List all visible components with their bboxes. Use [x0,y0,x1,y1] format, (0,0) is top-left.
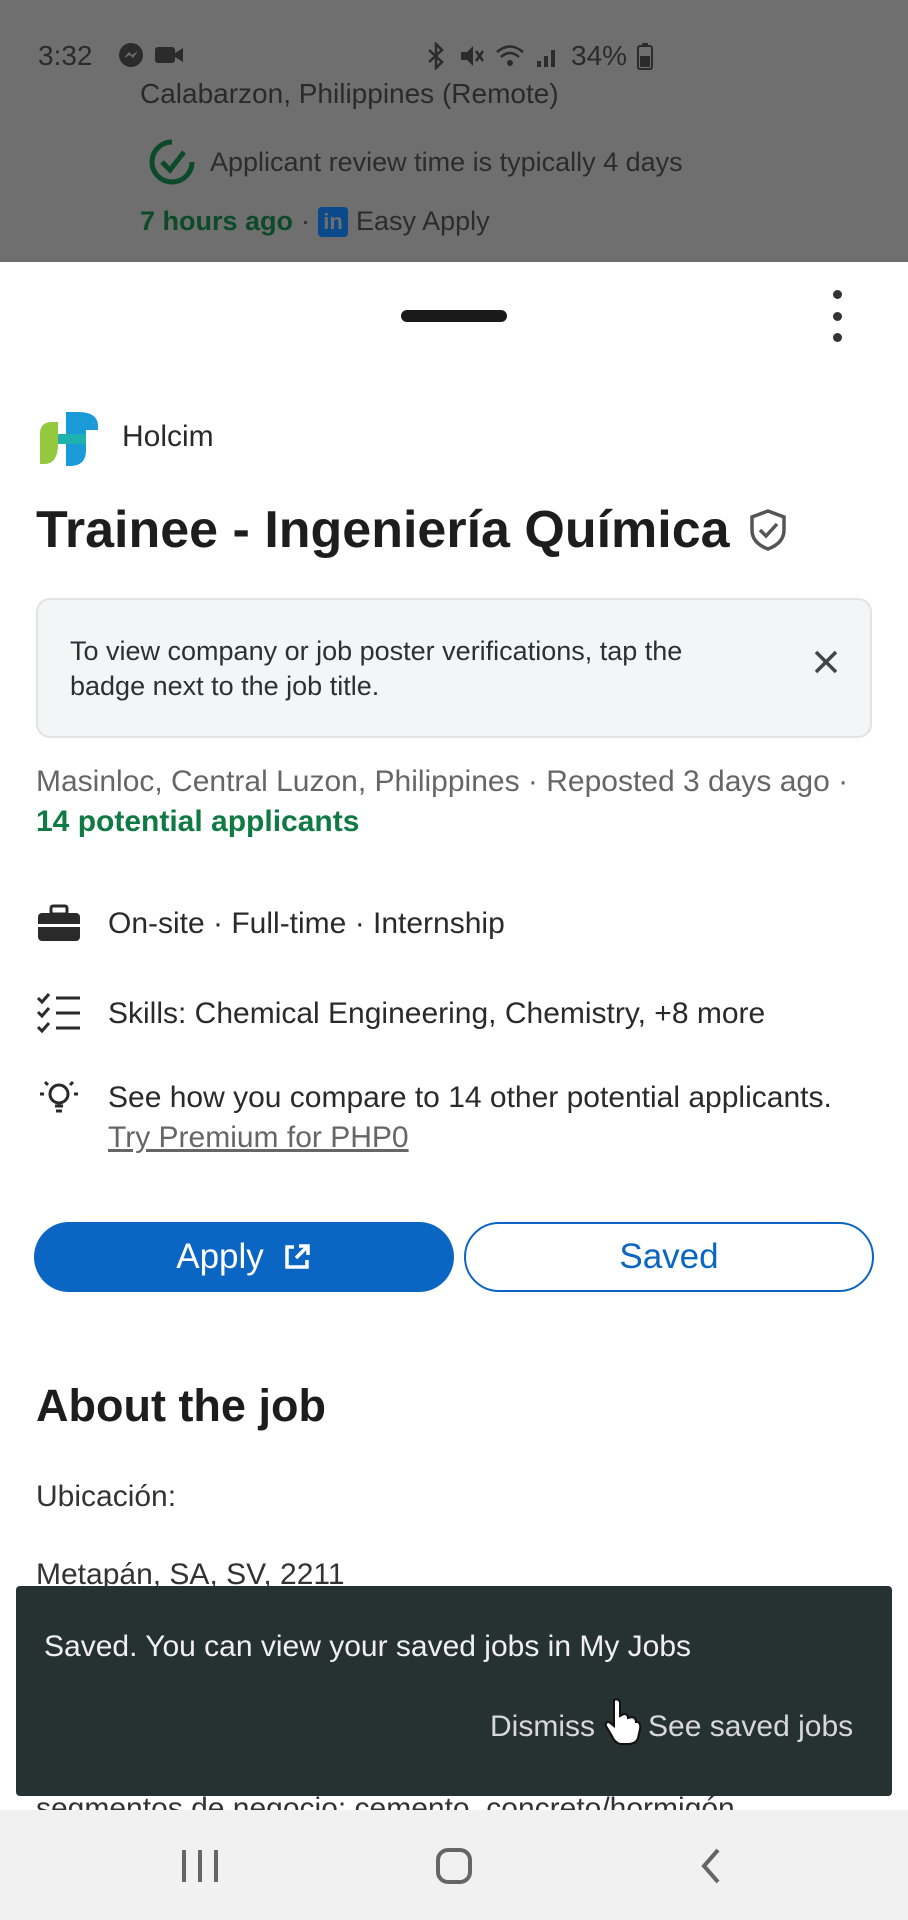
job-title-row: Trainee - Ingeniería Química [36,500,788,560]
recents-icon[interactable] [182,1850,218,1882]
system-nav-bar [0,1810,908,1920]
location-text: Masinloc, Central Luzon, Philippines · R… [36,765,849,798]
review-check-icon [149,139,195,185]
back-icon[interactable] [696,1846,726,1886]
saved-toast: Saved. You can view your saved jobs in M… [16,1586,892,1796]
bluetooth-icon [428,42,444,70]
dismiss-button[interactable]: Dismiss [490,1710,595,1744]
close-icon[interactable] [806,642,846,682]
about-location-label: Ubicación: [36,1480,177,1513]
background-overlay: 3:32 34% Calabarzon, Philippines (Remote… [0,0,908,262]
apply-button[interactable]: Apply [34,1222,454,1292]
toast-message: Saved. You can view your saved jobs in M… [44,1630,692,1663]
signal-icon [537,50,555,67]
hand-cursor-icon [604,1698,642,1745]
drag-handle[interactable] [401,310,507,322]
system-status-icons: 34% [425,40,654,72]
messenger-icon [119,43,143,67]
battery-icon [637,43,654,70]
verification-tip-text: To view company or job poster verificati… [70,636,683,701]
insight-row: See how you compare to 14 other potentia… [36,1078,856,1158]
skills-text: Skills: Chemical Engineering, Chemistry,… [108,997,766,1030]
skills-row[interactable]: Skills: Chemical Engineering, Chemistry,… [36,993,766,1034]
company-name: Holcim [122,420,214,453]
separator: · [301,206,311,236]
shield-check-icon[interactable] [748,508,788,552]
status-time: 3:32 [38,40,93,71]
bg-job-location: Calabarzon, Philippines (Remote) [140,78,559,109]
video-icon [155,47,183,63]
lightbulb-icon [40,1080,78,1113]
insight-text: See how you compare to 14 other potentia… [108,1081,832,1114]
workplace-text: On-site · Full-time · Internship [108,907,505,940]
status-bar: 3:32 34% [0,0,908,90]
review-time-text: Applicant review time is typically 4 day… [210,146,683,177]
easy-apply-label: Easy Apply [356,206,490,236]
checklist-icon [36,993,80,1034]
bg-posted-row: 7 hours ago · in Easy Apply [140,206,490,237]
mute-icon [461,46,485,66]
briefcase-icon [38,904,80,941]
job-title: Trainee - Ingeniería Química [36,501,730,559]
see-saved-jobs-button[interactable]: See saved jobs [648,1710,853,1744]
applicants-count: 14 potential applicants [36,805,360,838]
company-logo [40,412,98,466]
try-premium-link[interactable]: Try Premium for PHP0 [108,1121,409,1154]
saved-label: Saved [619,1237,719,1276]
more-options-icon[interactable] [822,290,852,342]
wifi-icon [496,45,524,66]
about-heading: About the job [36,1380,326,1431]
verification-tip-box: To view company or job poster verificati… [36,598,872,738]
saved-button[interactable]: Saved [464,1222,874,1292]
insight-text-wrap: See how you compare to 14 other potentia… [108,1078,848,1158]
company-row[interactable]: Holcim [36,404,214,470]
linkedin-icon: in [318,206,349,237]
job-location: Masinloc, Central Luzon, Philippines · R… [36,762,866,842]
external-link-icon [285,1244,310,1269]
workplace-row: On-site · Full-time · Internship [36,904,505,944]
bg-review-time: Applicant review time is typically 4 day… [148,138,683,186]
home-icon[interactable] [436,1848,472,1884]
battery-percent: 34% [571,40,628,71]
apply-label: Apply [176,1237,264,1276]
notification-icons [118,42,184,68]
job-detail-sheet: Holcim Trainee - Ingeniería Química To v… [0,262,908,1825]
posted-time: 7 hours ago [140,206,294,236]
